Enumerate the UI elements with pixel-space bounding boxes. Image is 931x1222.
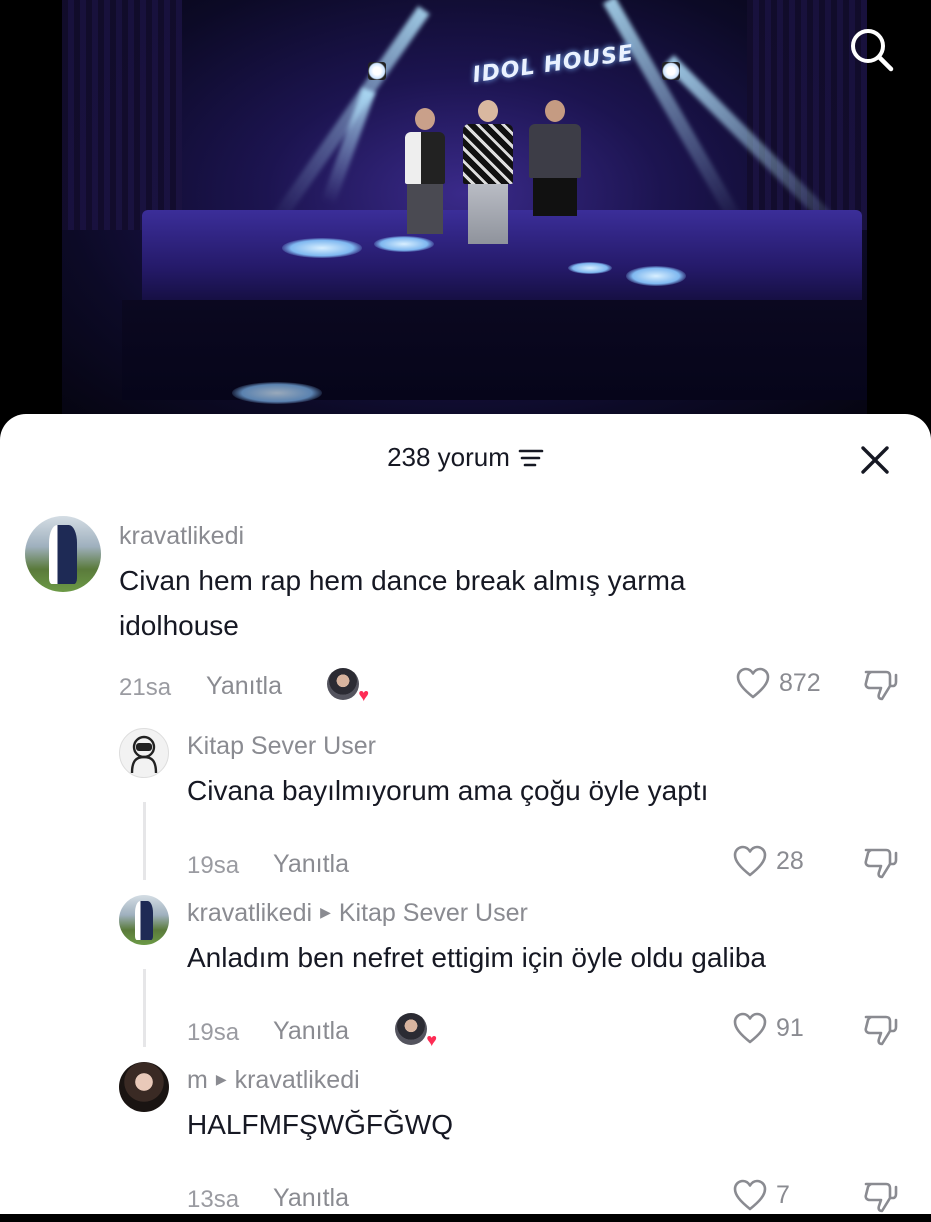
video-player[interactable]: IDOL HOUSE: [0, 0, 931, 430]
comments-sheet: 238 yorum kravatlikedi Civan hem rap hem…: [0, 414, 931, 1214]
comment-username[interactable]: kravatlikedi ▶ Kitap Sever User: [187, 899, 528, 928]
reply-arrow-icon: ▶: [320, 903, 331, 920]
close-button[interactable]: [859, 444, 891, 476]
dislike-button[interactable]: [862, 844, 898, 880]
comment-count: 238 yorum: [387, 442, 510, 472]
stage-curtain-left: [62, 0, 182, 230]
thumbs-down-icon: [864, 670, 898, 701]
close-icon: [861, 446, 889, 474]
idol-house-logo: IDOL HOUSE: [471, 40, 636, 89]
thumbs-down-icon: [864, 1182, 898, 1213]
comment-time: 13sa: [187, 1186, 240, 1213]
dancer: [402, 108, 448, 234]
floor-spot: [232, 382, 322, 404]
floor-spot: [626, 266, 686, 286]
dancer: [462, 100, 514, 244]
comments-header: 238 yorum: [0, 442, 931, 478]
search-button[interactable]: [846, 24, 896, 74]
dislike-button[interactable]: [862, 666, 898, 702]
dislike-button[interactable]: [862, 1178, 898, 1214]
comment-time: 21sa: [119, 674, 172, 701]
reply-button[interactable]: Yanıtla: [273, 1184, 349, 1213]
comment-text-line: Anladım ben nefret ettigim için öyle old…: [187, 942, 767, 973]
thread-line: [143, 802, 146, 880]
like-button[interactable]: 28: [732, 844, 804, 878]
comment-reply-item: kravatlikedi ▶ Kitap Sever User Anladım be…: [0, 895, 931, 1055]
comment-text-line: HALFMFŞWĞFĞWQ: [187, 1109, 453, 1140]
like-count: 28: [776, 846, 804, 875]
thumbs-down-icon: [864, 848, 898, 879]
comment-time: 19sa: [187, 852, 240, 879]
stage-light: [368, 62, 386, 80]
creator-avatar: [327, 668, 359, 700]
comment-text: HALFMFŞWĞFĞWQ: [187, 1102, 453, 1147]
floor-spot: [568, 262, 612, 274]
filter-icon: [518, 449, 544, 466]
avatar[interactable]: [119, 728, 169, 778]
heart-outline-icon: [733, 845, 767, 877]
creator-liked-badge: ♥: [395, 1013, 437, 1049]
heart-icon: ♥: [358, 685, 369, 705]
like-button[interactable]: 7: [732, 1178, 790, 1212]
comment-item: kravatlikedi Civan hem rap hem dance bre…: [0, 516, 931, 716]
comment-sort-button[interactable]: 238 yorum: [387, 442, 544, 473]
comment-text-line: Civana bayılmıyorum ama çoğu öyle yaptı: [187, 775, 709, 806]
thread-line: [143, 969, 146, 1047]
heart-outline-icon: [733, 1012, 767, 1044]
comment-reply-item: Kitap Sever User Civana bayılmıyorum ama…: [0, 728, 931, 888]
comment-username[interactable]: m ▶ kravatlikedi: [187, 1066, 360, 1095]
heart-outline-icon: [733, 1179, 767, 1211]
search-icon: [851, 29, 894, 72]
stage-light: [662, 62, 680, 80]
comment-text-line: idolhouse: [119, 610, 239, 641]
like-count: 91: [776, 1013, 804, 1042]
comment-reply-item: m ▶ kravatlikedi HALFMFŞWĞFĞWQ 13sa Yanıtl…: [0, 1062, 931, 1222]
comment-text: Anladım ben nefret ettigim için öyle old…: [187, 935, 766, 980]
like-button[interactable]: 91: [732, 1011, 804, 1045]
creator-liked-badge: ♥: [327, 668, 369, 704]
dislike-button[interactable]: [862, 1011, 898, 1047]
reply-arrow-icon: ▶: [215, 1070, 227, 1087]
floor-spot: [374, 236, 434, 252]
heart-icon: ♥: [426, 1030, 437, 1050]
thumbs-down-icon: [864, 1015, 898, 1046]
stage-front: [122, 300, 867, 400]
avatar[interactable]: [25, 516, 101, 592]
creator-avatar: [395, 1013, 427, 1045]
floor-spot: [282, 238, 362, 258]
astronaut-avatar-icon: [130, 735, 158, 774]
video-frame: IDOL HOUSE: [62, 0, 867, 430]
comment-time: 19sa: [187, 1019, 240, 1046]
comment-text: Civana bayılmıyorum ama çoğu öyle yaptı: [187, 768, 708, 813]
avatar[interactable]: [119, 1062, 169, 1112]
comment-text-line: Civan hem rap hem dance break almış yarm…: [119, 565, 686, 596]
like-count: 7: [776, 1180, 790, 1209]
heart-outline-icon: [736, 667, 770, 699]
like-count: 872: [779, 668, 821, 697]
dancer: [528, 100, 582, 216]
reply-button[interactable]: Yanıtla: [273, 1017, 349, 1046]
reply-button[interactable]: Yanıtla: [273, 850, 349, 879]
comment-username[interactable]: Kitap Sever User: [187, 732, 376, 761]
comment-text: Civan hem rap hem dance break almış yarm…: [119, 558, 685, 648]
comment-username[interactable]: kravatlikedi: [119, 522, 244, 551]
avatar[interactable]: [119, 895, 169, 945]
reply-button[interactable]: Yanıtla: [206, 672, 282, 701]
like-button[interactable]: 872: [735, 666, 821, 700]
